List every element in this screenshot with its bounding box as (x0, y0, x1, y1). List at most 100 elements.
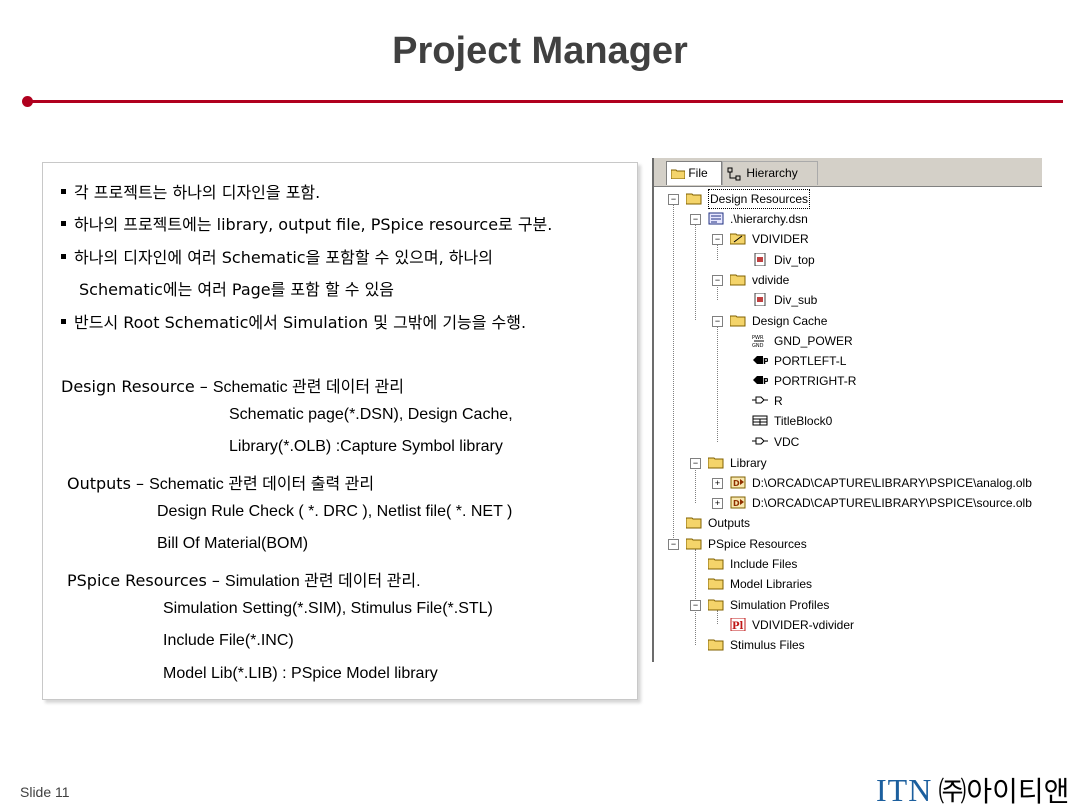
tree-node-label: VDIVIDER-vdivider (752, 618, 855, 632)
project-manager-tree: File Hierarchy − Design Resources − .\hi… (652, 158, 1042, 662)
collapse-toggle[interactable]: − (690, 600, 701, 611)
tree-node-label: PORTRIGHT-R (774, 374, 857, 388)
bullet-4: 반드시 Root Schematic에서 Simulation 및 그밖에 기능… (61, 309, 526, 333)
titleblock-icon (752, 415, 768, 426)
bullet-3: 하나의 디자인에 여러 Schematic을 포함할 수 있으며, 하나의 (61, 244, 493, 268)
company-logo: ITN ㈜아이티앤 (876, 770, 1069, 810)
folder-icon (670, 169, 686, 180)
folder-open-icon (708, 457, 724, 469)
logo-korean: ㈜아이티앤 (938, 775, 1070, 808)
pspice-line-3: Include File(*.INC) (163, 632, 294, 649)
tree-node-label: VDIVIDER (752, 232, 809, 246)
collapse-toggle[interactable]: − (668, 194, 679, 205)
port-icon: P (753, 376, 768, 386)
tree-node-label: Stimulus Files (730, 638, 805, 652)
collapse-toggle[interactable]: − (712, 316, 723, 327)
collapse-toggle[interactable]: − (690, 214, 701, 225)
tree-line (695, 467, 696, 503)
collapse-toggle[interactable]: − (712, 275, 723, 286)
svg-text:P: P (763, 357, 768, 366)
tree-node-label: GND_POWER (774, 334, 853, 348)
folder-open-icon (686, 193, 702, 205)
title-divider (27, 100, 1063, 103)
tab-hierarchy[interactable]: Hierarchy (722, 161, 818, 185)
pspice-resources-line: PSpice Resources – Simulation 관련 데이터 관리. (67, 567, 421, 591)
tab-hierarchy-label: Hierarchy (746, 166, 798, 180)
folder-open-icon (730, 274, 746, 286)
tree-node-label: Outputs (708, 516, 751, 530)
tree-node-label: .\hierarchy.dsn (730, 212, 808, 226)
tab-file-label: File (688, 166, 708, 180)
tree-node-label: vdivide (752, 273, 790, 287)
tree-node-label: Div_top (774, 253, 815, 267)
folder-icon (686, 517, 702, 529)
outputs-desc: Schematic 관련 데이터 출력 관리 (149, 476, 375, 493)
bullet-text: 각 프로젝트는 하나의 디자인을 포함. (74, 183, 321, 202)
tree-node-label: VDC (774, 435, 800, 449)
folder-icon (708, 639, 724, 651)
expand-toggle[interactable]: + (712, 498, 723, 509)
design-resource-line-2: Schematic page(*.DSN), Design Cache, (229, 406, 513, 423)
library-icon: D (730, 476, 746, 489)
tree-node-label: PORTLEFT-L (774, 354, 847, 368)
svg-text:P: P (763, 377, 768, 386)
design-icon (708, 212, 724, 225)
svg-text:Pl: Pl (732, 621, 744, 631)
tree-line (717, 325, 718, 442)
tree-node-label: Library (730, 456, 767, 470)
pspice-resources-desc: Simulation 관련 데이터 관리. (225, 573, 421, 590)
outputs-line: Outputs – Schematic 관련 데이터 출력 관리 (67, 470, 374, 494)
bullet-2: 하나의 프로젝트에는 library, output file, PSpice … (61, 211, 552, 235)
tree-line (695, 224, 696, 320)
tree-node-label: D:\ORCAD\CAPTURE\LIBRARY\PSPICE\source.o… (752, 496, 1032, 510)
power-symbol-icon: PWR GND (752, 335, 764, 347)
svg-text:GND: GND (752, 343, 764, 347)
folder-open-icon (730, 315, 746, 327)
tree-node-label: Design Resources (708, 189, 811, 209)
page-icon (754, 293, 766, 306)
folder-open-icon (708, 599, 724, 611)
slide-number: Slide 11 (20, 784, 70, 800)
folder-open-icon (686, 538, 702, 550)
outputs-line-3: Bill Of Material(BOM) (157, 535, 309, 552)
tab-bar: File Hierarchy (654, 158, 1042, 187)
tree-node-label: Include Files (730, 557, 798, 571)
tree-node-label: R (774, 394, 783, 408)
page-icon (754, 253, 766, 266)
expand-toggle[interactable]: + (712, 478, 723, 489)
description-box: 각 프로젝트는 하나의 디자인을 포함. 하나의 프로젝트에는 library,… (42, 162, 638, 700)
pspice-line-4: Model Lib(*.LIB) : PSpice Model library (163, 665, 438, 682)
tree-node-label: PSpice Resources (708, 537, 807, 551)
port-icon: P (753, 356, 768, 366)
tree-line (717, 610, 718, 624)
logo-itn: ITN (876, 772, 933, 808)
tree-line (717, 244, 718, 260)
sim-profile-icon: Pl (730, 618, 746, 631)
bullet-text: Schematic에는 여러 Page를 포함 할 수 있음 (79, 280, 395, 299)
svg-text:D: D (733, 479, 740, 488)
bullet-text: 하나의 프로젝트에는 library, output file, PSpice … (74, 215, 553, 234)
design-resource-label: Design Resource – (61, 377, 213, 396)
collapse-toggle[interactable]: − (712, 234, 723, 245)
design-resource-line: Design Resource – Schematic 관련 데이터 관리 (61, 373, 404, 397)
bullet-text: 반드시 Root Schematic에서 Simulation 및 그밖에 기능… (74, 313, 527, 332)
tree-node-label: Design Cache (752, 314, 828, 328)
tree-node-label: D:\ORCAD\CAPTURE\LIBRARY\PSPICE\analog.o… (752, 476, 1032, 490)
collapse-toggle[interactable]: − (690, 458, 701, 469)
tree-line (717, 284, 718, 300)
tree-node-label: TitleBlock0 (774, 414, 833, 428)
bullet-1: 각 프로젝트는 하나의 디자인을 포함. (61, 179, 320, 203)
bullet-text: 하나의 디자인에 여러 Schematic을 포함할 수 있으며, 하나의 (74, 248, 493, 267)
tree-line (673, 204, 674, 544)
outputs-line-2: Design Rule Check ( *. DRC ), Netlist fi… (157, 503, 513, 520)
collapse-toggle[interactable]: − (668, 539, 679, 550)
design-resource-line-3: Library(*.OLB) :Capture Symbol library (229, 438, 503, 455)
svg-text:D: D (733, 499, 740, 508)
hierarchy-icon (727, 167, 741, 181)
part-icon (752, 437, 768, 445)
library-icon: D (730, 496, 746, 509)
tab-file[interactable]: File (666, 161, 722, 185)
pspice-line-2: Simulation Setting(*.SIM), Stimulus File… (163, 600, 493, 617)
tree-node-label: Div_sub (774, 293, 818, 307)
tree-node-label: Simulation Profiles (730, 598, 830, 612)
